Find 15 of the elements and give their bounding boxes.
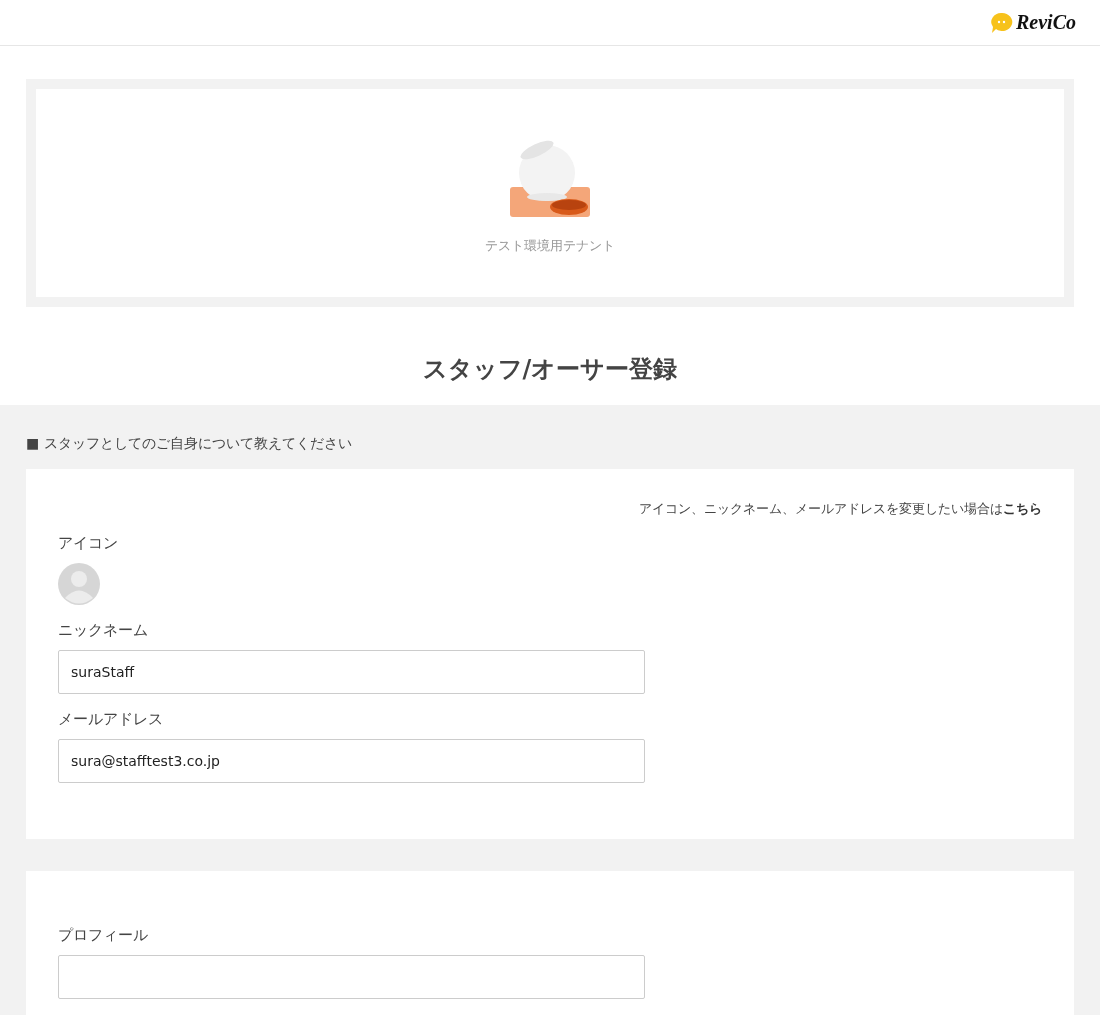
text-field[interactable] <box>58 955 645 999</box>
chat-bubble-icon <box>991 11 1013 34</box>
change-note: アイコン、ニックネーム、メールアドレスを変更したい場合はこちら <box>639 501 1042 516</box>
avatar-icon <box>58 563 100 605</box>
field-label: ニックネーム <box>58 621 149 640</box>
page-title: スタッフ/オーサー登録 <box>421 354 679 385</box>
logo[interactable]: ReviCo <box>991 11 1076 34</box>
text-field[interactable]: suraStaff <box>58 650 645 694</box>
here-link[interactable]: こちら <box>1003 501 1042 516</box>
text-field[interactable]: sura@stafftest3.co.jp <box>58 739 645 783</box>
section-heading: ■ スタッフとしてのご自身について教えてください <box>26 435 353 453</box>
field-label: アイコン <box>58 534 119 553</box>
tenant-name: テスト環境用テナント <box>485 237 615 255</box>
field-label: プロフィール <box>58 926 149 945</box>
field-label: メールアドレス <box>58 710 164 729</box>
